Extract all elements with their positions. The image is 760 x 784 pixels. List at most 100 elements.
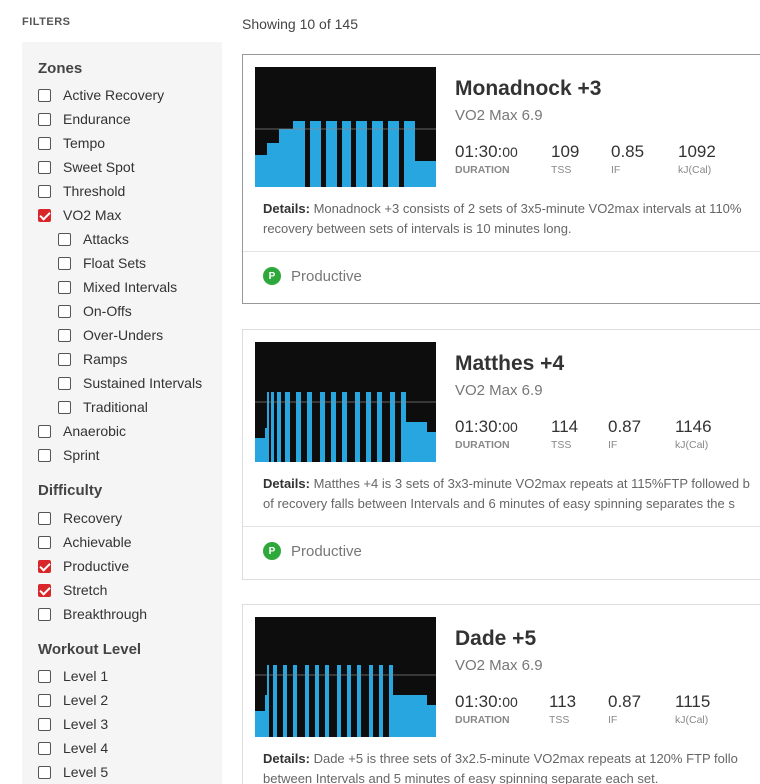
- card-divider: [243, 526, 760, 527]
- checkbox[interactable]: [38, 184, 51, 198]
- filter-label: Endurance: [63, 111, 131, 127]
- checkbox[interactable]: [58, 352, 71, 366]
- workout-level-title: Workout Level: [38, 641, 142, 658]
- duration-stat: 01:30:00 DURATION: [455, 692, 518, 726]
- filter-sprint[interactable]: Sprint: [38, 445, 100, 465]
- workout-zone-level: VO2 Max 6.9: [455, 107, 543, 124]
- workout-name[interactable]: Matthes +4: [455, 352, 564, 376]
- checkbox[interactable]: [38, 717, 51, 731]
- filter-threshold[interactable]: Threshold: [38, 181, 125, 201]
- filter-tempo[interactable]: Tempo: [38, 133, 105, 153]
- filter-level-1[interactable]: Level 1: [38, 666, 108, 686]
- workout-details: Details: Matthes +4 is 3 sets of 3x3-min…: [263, 476, 750, 511]
- filter-mixed-intervals[interactable]: Mixed Intervals: [58, 277, 177, 297]
- if-stat: 0.87 IF: [608, 692, 642, 726]
- workout-details: Details: Monadnock +3 consists of 2 sets…: [263, 201, 742, 236]
- workout-card[interactable]: Monadnock +3 VO2 Max 6.9 01:30:00 DURATIO…: [242, 54, 760, 304]
- checkbox[interactable]: [58, 376, 71, 390]
- filter-ramps[interactable]: Ramps: [58, 349, 127, 369]
- filter-label: Level 1: [63, 668, 109, 684]
- filter-level-4[interactable]: Level 4: [38, 738, 108, 758]
- filter-label: Float Sets: [83, 255, 147, 271]
- filter-label: Threshold: [63, 183, 126, 199]
- workout-name[interactable]: Monadnock +3: [455, 77, 601, 101]
- card-divider: [243, 251, 760, 252]
- checkbox[interactable]: [38, 535, 51, 549]
- workout-card[interactable]: Matthes +4 VO2 Max 6.9 01:30:00 DURATION …: [242, 329, 760, 580]
- filter-label: On-Offs: [83, 303, 132, 319]
- checkbox-checked[interactable]: [38, 559, 51, 573]
- checkbox[interactable]: [38, 741, 51, 755]
- kj-stat: 1115 kJ(Cal): [675, 692, 711, 726]
- filter-over-unders[interactable]: Over-Unders: [58, 325, 163, 345]
- checkbox[interactable]: [58, 328, 71, 342]
- checkbox[interactable]: [58, 304, 71, 318]
- filter-label: Recovery: [63, 510, 123, 526]
- checkbox[interactable]: [58, 232, 71, 246]
- checkbox[interactable]: [38, 424, 51, 438]
- checkbox[interactable]: [38, 765, 51, 779]
- filter-attacks[interactable]: Attacks: [58, 229, 129, 249]
- filter-label: Stretch: [63, 582, 108, 598]
- checkbox[interactable]: [38, 607, 51, 621]
- filter-level-3[interactable]: Level 3: [38, 714, 108, 734]
- productive-icon: P: [263, 267, 281, 285]
- checkbox-checked[interactable]: [38, 583, 51, 597]
- checkbox[interactable]: [58, 256, 71, 270]
- filter-label: Sweet Spot: [63, 159, 135, 175]
- filter-stretch[interactable]: Stretch: [38, 580, 107, 600]
- tss-stat: 113 TSS: [549, 692, 577, 726]
- filter-sustained-intervals[interactable]: Sustained Intervals: [58, 373, 202, 393]
- filter-level-5[interactable]: Level 5: [38, 762, 108, 782]
- checkbox[interactable]: [38, 448, 51, 462]
- checkbox[interactable]: [38, 669, 51, 683]
- filter-label: Achievable: [63, 534, 132, 550]
- filter-achievable[interactable]: Achievable: [38, 532, 132, 552]
- filter-recovery[interactable]: Recovery: [38, 508, 122, 528]
- filter-label: Over-Unders: [83, 327, 164, 343]
- filter-vo2-max[interactable]: VO2 Max: [38, 205, 121, 225]
- filters-heading: FILTERS: [22, 16, 71, 28]
- filter-anaerobic[interactable]: Anaerobic: [38, 421, 126, 441]
- filter-on-offs[interactable]: On-Offs: [58, 301, 132, 321]
- difficulty-title: Difficulty: [38, 482, 103, 499]
- tss-stat: 114 TSS: [551, 417, 579, 451]
- filter-productive[interactable]: Productive: [38, 556, 129, 576]
- duration-stat: 01:30:00 DURATION: [455, 417, 518, 451]
- filter-label: Level 4: [63, 740, 109, 756]
- workout-name[interactable]: Dade +5: [455, 627, 536, 651]
- filter-label: Productive: [63, 558, 130, 574]
- tss-stat: 109 TSS: [551, 142, 580, 176]
- filter-label: VO2 Max: [63, 207, 122, 223]
- checkbox[interactable]: [38, 511, 51, 525]
- workout-card[interactable]: Dade +5 VO2 Max 6.9 01:30:00 DURATION 113…: [242, 604, 760, 784]
- filter-label: Level 2: [63, 692, 109, 708]
- filter-label: Anaerobic: [63, 423, 127, 439]
- checkbox[interactable]: [38, 693, 51, 707]
- if-stat: 0.87 IF: [608, 417, 642, 451]
- checkbox[interactable]: [38, 136, 51, 150]
- filter-label: Ramps: [83, 351, 128, 367]
- kj-stat: 1146 kJ(Cal): [675, 417, 712, 451]
- filter-breakthrough[interactable]: Breakthrough: [38, 604, 147, 624]
- filter-active-recovery[interactable]: Active Recovery: [38, 85, 164, 105]
- kj-stat: 1092 kJ(Cal): [678, 142, 716, 176]
- filter-traditional[interactable]: Traditional: [58, 397, 148, 417]
- checkbox[interactable]: [38, 112, 51, 126]
- filter-label: Breakthrough: [63, 606, 148, 622]
- checkbox[interactable]: [58, 280, 71, 294]
- productive-icon: P: [263, 542, 281, 560]
- filter-float-sets[interactable]: Float Sets: [58, 253, 146, 273]
- workout-profile-thumbnail: [255, 617, 436, 737]
- results-count: Showing 10 of 145: [242, 16, 358, 32]
- filter-endurance[interactable]: Endurance: [38, 109, 131, 129]
- workout-zone-level: VO2 Max 6.9: [455, 657, 543, 674]
- filter-label: Level 3: [63, 716, 109, 732]
- filter-sweet-spot[interactable]: Sweet Spot: [38, 157, 135, 177]
- checkbox[interactable]: [38, 88, 51, 102]
- checkbox[interactable]: [58, 400, 71, 414]
- filter-label: Active Recovery: [63, 87, 165, 103]
- filter-level-2[interactable]: Level 2: [38, 690, 108, 710]
- checkbox-checked[interactable]: [38, 208, 51, 222]
- checkbox[interactable]: [38, 160, 51, 174]
